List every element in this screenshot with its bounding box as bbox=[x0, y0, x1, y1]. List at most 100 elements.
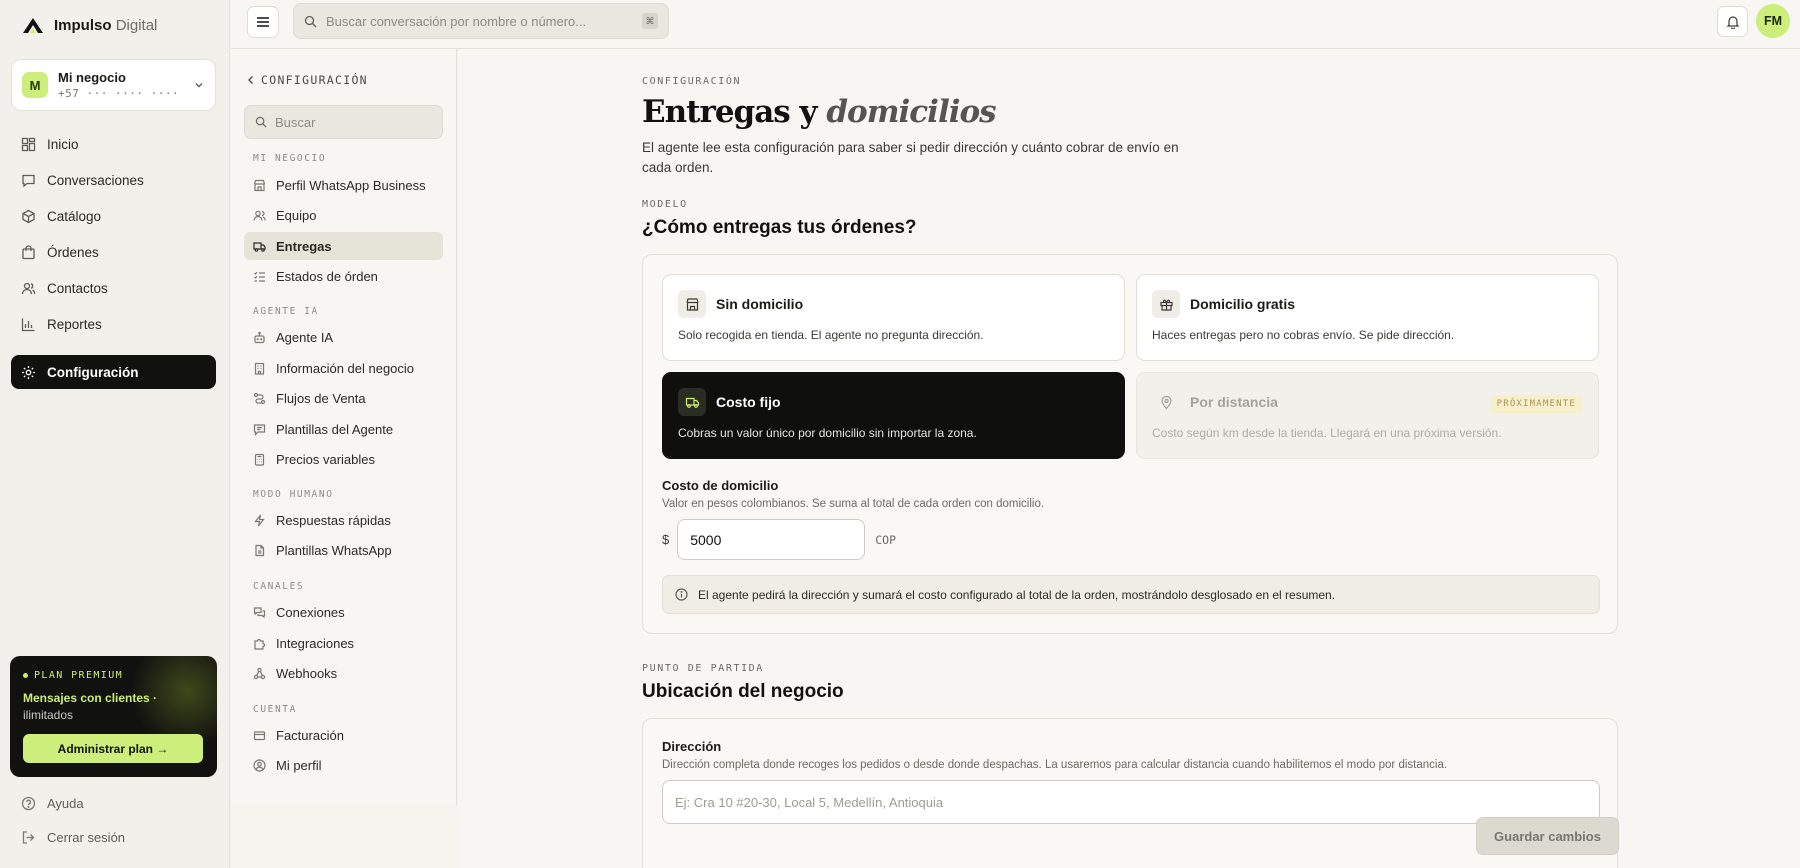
settings-item-flujos-venta[interactable]: Flujos de Venta bbox=[244, 384, 443, 412]
help-icon bbox=[21, 796, 36, 811]
main-nav: Inicio Conversaciones Catálogo Órdenes C… bbox=[11, 127, 216, 391]
settings-item-perfil-whatsapp[interactable]: Perfil WhatsApp Business bbox=[244, 171, 443, 199]
settings-item-precios-variables[interactable]: Precios variables bbox=[244, 445, 443, 473]
back-to-settings-link[interactable]: CONFIGURACIÓN bbox=[247, 73, 368, 87]
lightning-icon bbox=[253, 514, 266, 527]
pin-icon bbox=[1152, 388, 1180, 416]
model-section-title: ¿Cómo entregas tus órdenes? bbox=[642, 217, 917, 238]
brand[interactable]: Impulso Digital bbox=[22, 16, 157, 34]
business-phone: +57 ··· ···· ···· bbox=[58, 87, 180, 100]
settings-nav: CONFIGURACIÓN MI NEGOCIO Perfil WhatsApp… bbox=[231, 49, 457, 805]
storefront-icon bbox=[253, 179, 266, 192]
location-panel: Dirección Dirección completa donde recog… bbox=[642, 718, 1618, 868]
document-icon bbox=[253, 544, 266, 557]
truck-icon bbox=[678, 388, 706, 416]
cost-label: Costo de domicilio bbox=[662, 478, 779, 493]
settings-item-plantillas-whatsapp[interactable]: Plantillas WhatsApp bbox=[244, 536, 443, 564]
nav-item-configuracion[interactable]: Configuración bbox=[11, 355, 216, 389]
store-icon bbox=[678, 290, 706, 318]
hamburger-icon bbox=[256, 16, 270, 28]
page-eyebrow: CONFIGURACIÓN bbox=[642, 76, 742, 87]
coming-soon-badge: PRÓXIMAMENTE bbox=[1490, 395, 1582, 413]
chat-icon bbox=[21, 173, 36, 188]
model-eyebrow: MODELO bbox=[642, 199, 688, 210]
manage-plan-button[interactable]: Administrar plan → bbox=[23, 734, 203, 763]
help-link[interactable]: Ayuda bbox=[11, 786, 216, 820]
settings-search-input[interactable] bbox=[275, 114, 451, 130]
delivery-model-panel: Sin domicilio Solo recogida en tienda. E… bbox=[642, 254, 1618, 634]
main-content: CONFIGURACIÓN Entregas y domicilios El a… bbox=[458, 49, 1800, 868]
group-label-modo-humano: MODO HUMANO bbox=[253, 489, 334, 500]
bag-icon bbox=[21, 244, 36, 260]
nav-item-conversaciones[interactable]: Conversaciones bbox=[11, 163, 216, 197]
brand-name: Impulso Digital bbox=[54, 16, 158, 34]
address-hint: Dirección completa donde recoges los ped… bbox=[662, 759, 1448, 771]
currency-code: COP bbox=[875, 532, 897, 547]
connection-icon bbox=[253, 606, 266, 619]
gear-icon bbox=[21, 365, 36, 380]
save-changes-button[interactable]: Guardar cambios bbox=[1476, 817, 1619, 855]
conversation-search[interactable]: ⌘ bbox=[293, 3, 669, 39]
footer-links: Ayuda Cerrar sesión bbox=[11, 786, 216, 854]
business-switcher[interactable]: M Mi negocio +57 ··· ···· ···· bbox=[11, 59, 216, 111]
logout-link[interactable]: Cerrar sesión bbox=[11, 820, 216, 854]
credit-card-icon bbox=[253, 729, 266, 742]
plan-tag: PLAN PREMIUM bbox=[23, 670, 204, 681]
currency-symbol: $ bbox=[662, 532, 670, 547]
option-sin-domicilio[interactable]: Sin domicilio Solo recogida en tienda. E… bbox=[662, 274, 1125, 361]
flow-icon bbox=[253, 392, 266, 405]
settings-item-equipo[interactable]: Equipo bbox=[244, 201, 443, 229]
settings-item-plantillas-agente[interactable]: Plantillas del Agente bbox=[244, 415, 443, 443]
settings-item-mi-perfil[interactable]: Mi perfil bbox=[244, 751, 443, 779]
nav-item-ordenes[interactable]: Órdenes bbox=[11, 235, 216, 269]
building-icon bbox=[253, 362, 266, 375]
settings-item-respuestas-rapidas[interactable]: Respuestas rápidas bbox=[244, 506, 443, 534]
address-input[interactable] bbox=[662, 780, 1600, 824]
option-domicilio-gratis[interactable]: Domicilio gratis Haces entregas pero no … bbox=[1136, 274, 1599, 361]
settings-search[interactable] bbox=[244, 105, 451, 139]
business-name: Mi negocio bbox=[58, 70, 126, 85]
option-costo-fijo[interactable]: Costo fijo Cobras un valor único por dom… bbox=[662, 372, 1125, 459]
sidebar: Impulso Digital M Mi negocio +57 ··· ···… bbox=[0, 0, 230, 868]
shortcut-badge: ⌘ bbox=[642, 13, 658, 29]
user-avatar[interactable]: FM bbox=[1756, 4, 1790, 38]
robot-icon bbox=[253, 331, 266, 344]
cost-row: $ COP bbox=[662, 519, 896, 560]
puzzle-icon bbox=[253, 637, 266, 650]
box-icon bbox=[21, 209, 36, 224]
checklist-icon bbox=[253, 270, 266, 283]
group-label-agente-ia: AGENTE IA bbox=[253, 306, 319, 317]
users-icon bbox=[21, 281, 36, 296]
plan-card: PLAN PREMIUM Mensajes con clientes · ili… bbox=[10, 656, 217, 777]
notifications-button[interactable] bbox=[1717, 6, 1748, 37]
group-label-cuenta: CUENTA bbox=[253, 704, 297, 715]
nav-item-inicio[interactable]: Inicio bbox=[11, 127, 216, 161]
bell-icon bbox=[1726, 15, 1740, 29]
conversation-search-input[interactable] bbox=[326, 13, 633, 29]
settings-item-facturacion[interactable]: Facturación bbox=[244, 721, 443, 749]
settings-item-informacion-negocio[interactable]: Información del negocio bbox=[244, 354, 443, 382]
info-notice: El agente pedirá la dirección y sumará e… bbox=[662, 575, 1600, 614]
settings-item-conexiones[interactable]: Conexiones bbox=[244, 598, 443, 626]
nav-item-reportes[interactable]: Reportes bbox=[11, 307, 216, 341]
search-icon bbox=[255, 116, 267, 128]
location-section-title: Ubicación del negocio bbox=[642, 681, 844, 702]
group-label-mi-negocio: MI NEGOCIO bbox=[253, 153, 327, 164]
settings-item-agente-ia[interactable]: Agente IA bbox=[244, 323, 443, 351]
nav-item-catalogo[interactable]: Catálogo bbox=[11, 199, 216, 233]
nav-item-contactos[interactable]: Contactos bbox=[11, 271, 216, 305]
menu-toggle-button[interactable] bbox=[247, 6, 279, 38]
chevron-down-icon bbox=[193, 79, 205, 91]
delivery-cost-input[interactable] bbox=[677, 519, 866, 560]
settings-item-integraciones[interactable]: Integraciones bbox=[244, 629, 443, 657]
page-title: Entregas y domicilios bbox=[642, 94, 997, 130]
business-avatar: M bbox=[22, 72, 48, 98]
settings-item-estados-orden[interactable]: Estados de órden bbox=[244, 262, 443, 290]
chart-icon bbox=[21, 317, 36, 332]
profile-icon bbox=[253, 758, 266, 772]
settings-item-webhooks[interactable]: Webhooks bbox=[244, 659, 443, 687]
gift-icon bbox=[1152, 290, 1180, 318]
settings-item-entregas[interactable]: Entregas bbox=[244, 232, 443, 260]
chevron-left-icon bbox=[247, 75, 255, 85]
logout-icon bbox=[21, 830, 36, 845]
